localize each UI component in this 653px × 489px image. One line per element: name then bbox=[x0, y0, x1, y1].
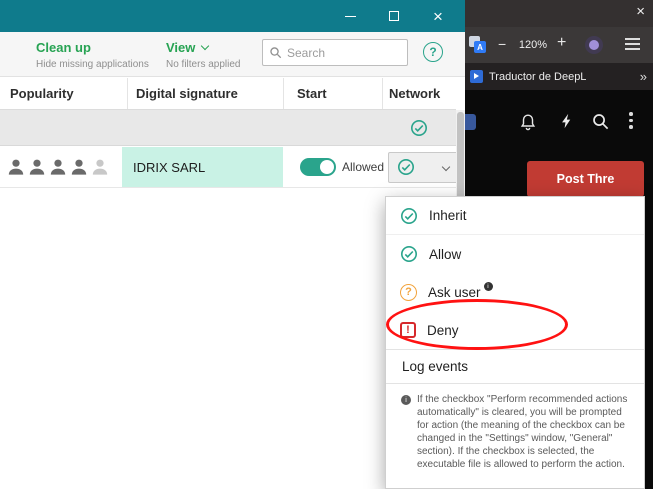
browser-titlebar: × bbox=[465, 0, 653, 27]
start-toggle[interactable] bbox=[300, 158, 336, 176]
start-state-label: Allowed bbox=[342, 160, 384, 174]
deepl-label: Traductor de DeepL bbox=[489, 71, 586, 83]
partial-app-icon bbox=[465, 114, 476, 130]
search-box[interactable] bbox=[262, 39, 408, 66]
clean-up-sublabel: Hide missing applications bbox=[36, 59, 149, 70]
menu-item-label: Ask user bbox=[428, 285, 481, 300]
person-icon bbox=[69, 157, 89, 177]
extension-icon[interactable] bbox=[585, 36, 603, 54]
bell-icon[interactable] bbox=[518, 111, 538, 131]
question-circle-icon: ? bbox=[400, 284, 417, 301]
vendor-name: IDRIX SARL bbox=[133, 160, 205, 175]
lightning-icon[interactable] bbox=[559, 111, 574, 131]
check-circle-icon bbox=[397, 158, 415, 176]
app-toolbar: Clean up Hide missing applications View … bbox=[0, 32, 465, 77]
person-icon bbox=[48, 157, 68, 177]
check-circle-icon bbox=[410, 119, 428, 137]
help-button[interactable]: ? bbox=[423, 42, 443, 62]
maximize-button[interactable] bbox=[372, 0, 416, 32]
column-header-digital-signature[interactable]: Digital signature bbox=[127, 78, 283, 109]
info-icon: i bbox=[401, 395, 411, 405]
deepl-icon bbox=[470, 70, 483, 83]
post-thread-button[interactable]: Post Thre bbox=[527, 161, 644, 197]
minimize-icon bbox=[345, 16, 356, 17]
screen: × A − 120% + Traductor de DeepL » bbox=[0, 0, 653, 489]
kebab-menu-icon[interactable] bbox=[629, 112, 633, 129]
zoom-in-button[interactable]: + bbox=[557, 34, 566, 52]
menu-item-label: Log events bbox=[402, 359, 468, 374]
browser-close-button[interactable]: × bbox=[636, 3, 645, 20]
person-icon-dimmed bbox=[90, 157, 110, 177]
person-icon bbox=[27, 157, 47, 177]
toggle-knob bbox=[320, 160, 334, 174]
view-button[interactable]: View No filters applied bbox=[166, 40, 240, 70]
close-icon: × bbox=[433, 8, 443, 25]
zoom-out-button[interactable]: − bbox=[498, 36, 506, 52]
deny-icon: ! bbox=[400, 322, 416, 338]
view-sublabel: No filters applied bbox=[166, 59, 240, 70]
menu-footnote: i If the checkbox "Perform recommended a… bbox=[386, 384, 644, 471]
translate-extension-icon[interactable]: A bbox=[469, 36, 487, 54]
browser-toolbar: A − 120% + bbox=[465, 27, 653, 63]
person-icon bbox=[6, 157, 26, 177]
chevron-down-icon bbox=[201, 42, 209, 50]
menu-item-label: Allow bbox=[429, 247, 461, 262]
check-circle-icon bbox=[400, 245, 418, 263]
clean-up-label: Clean up bbox=[36, 40, 149, 55]
help-icon: ? bbox=[429, 45, 436, 59]
network-dropdown-menu: Inherit Allow ? Ask user i ! Deny Log ev… bbox=[385, 196, 645, 489]
column-header-start[interactable]: Start bbox=[283, 78, 382, 109]
table-header: Popularity Digital signature Start Netwo… bbox=[0, 78, 456, 110]
chevron-down-icon bbox=[442, 163, 450, 171]
popularity-icons bbox=[6, 157, 110, 177]
table-row[interactable]: IDRIX SARL Allowed bbox=[0, 147, 456, 188]
info-icon: i bbox=[484, 282, 493, 291]
maximize-icon bbox=[389, 11, 399, 21]
search-icon[interactable] bbox=[591, 112, 610, 131]
menu-item-deny[interactable]: ! Deny bbox=[386, 311, 644, 349]
menu-item-log-events[interactable]: Log events bbox=[386, 350, 644, 383]
vendor-cell[interactable]: IDRIX SARL bbox=[122, 147, 283, 187]
search-input[interactable] bbox=[287, 46, 401, 60]
search-icon bbox=[269, 46, 282, 59]
app-titlebar: × bbox=[0, 0, 465, 32]
view-label: View bbox=[166, 40, 195, 55]
group-row[interactable] bbox=[0, 110, 456, 146]
menu-item-label: Deny bbox=[427, 323, 459, 338]
chevron-double-right-icon[interactable]: » bbox=[640, 69, 647, 84]
column-header-network[interactable]: Network bbox=[382, 78, 456, 109]
zoom-level: 120% bbox=[513, 39, 553, 51]
minimize-button[interactable] bbox=[328, 0, 372, 32]
clean-up-button[interactable]: Clean up Hide missing applications bbox=[36, 40, 149, 70]
window-controls: × bbox=[328, 0, 460, 32]
deepl-extension-bar: Traductor de DeepL » bbox=[465, 63, 653, 90]
check-circle-icon bbox=[400, 207, 418, 225]
footnote-text: If the checkbox "Perform recommended act… bbox=[417, 393, 631, 471]
menu-item-allow[interactable]: Allow bbox=[386, 235, 644, 273]
close-button[interactable]: × bbox=[416, 0, 460, 32]
menu-item-label: Inherit bbox=[429, 208, 467, 223]
network-dropdown[interactable] bbox=[388, 152, 458, 183]
menu-item-inherit[interactable]: Inherit bbox=[386, 197, 644, 235]
scrollbar-thumb[interactable] bbox=[457, 112, 464, 204]
menu-item-ask-user[interactable]: ? Ask user i bbox=[386, 273, 644, 311]
menu-hamburger-icon[interactable] bbox=[625, 38, 640, 50]
column-header-popularity[interactable]: Popularity bbox=[0, 78, 127, 109]
